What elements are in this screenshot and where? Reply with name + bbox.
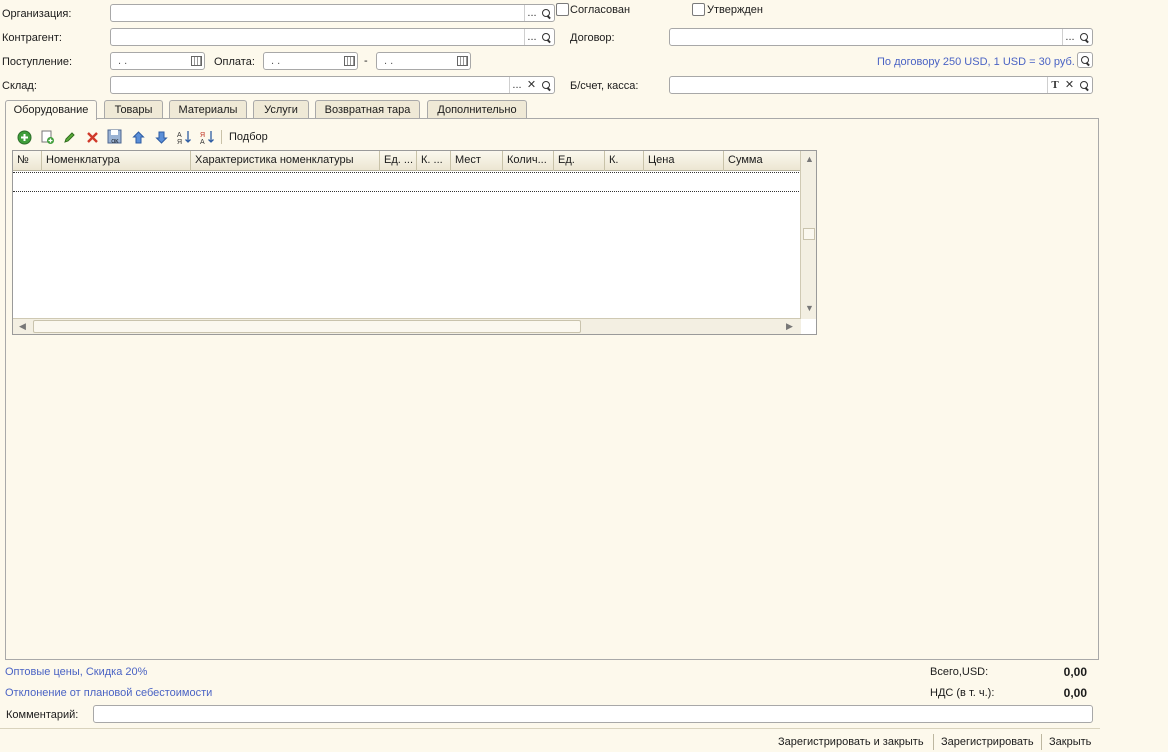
search-icon[interactable] [539,77,554,93]
receipt-label: Поступление: [2,56,73,68]
counterparty-field[interactable]: ... [110,28,555,46]
comment-label: Комментарий: [6,709,79,721]
comment-field[interactable] [93,705,1093,723]
column-unit[interactable]: Ед. ... [380,151,417,171]
search-icon[interactable] [1077,29,1092,45]
move-down-icon[interactable] [153,129,169,145]
warehouse-label: Склад: [2,80,37,92]
move-up-icon[interactable] [130,129,146,145]
tab-returnable-packaging[interactable]: Возвратная тара [315,100,420,119]
calendar-icon[interactable] [189,53,204,69]
end-edit-icon[interactable]: OK [107,129,123,145]
column-characteristic[interactable]: Характеристика номенклатуры [191,151,380,171]
tab-additional[interactable]: Дополнительно [427,100,527,119]
tab-goods[interactable]: Товары [104,100,163,119]
register-button[interactable]: Зарегистрировать [941,736,1034,748]
receipt-date-value: . . [118,55,128,67]
sort-ascending-icon[interactable]: AЯ [176,129,192,145]
select-warehouse-button[interactable]: ... [509,77,524,93]
edit-icon[interactable] [61,129,77,145]
selection-button[interactable]: Подбор [229,131,268,143]
clear-icon[interactable]: ✕ [524,77,539,93]
svg-text:Я: Я [177,139,182,145]
scroll-left-icon[interactable]: ◀ [19,321,26,332]
close-button[interactable]: Закрыть [1049,736,1091,748]
scroll-right-icon[interactable]: ▶ [786,321,793,332]
column-unit-2[interactable]: Ед. [554,151,605,171]
column-coefficient[interactable]: К. ... [417,151,451,171]
table-row[interactable] [13,172,801,192]
equipment-table[interactable]: № Номенклатура Характеристика номенклату… [12,150,817,335]
tab-materials[interactable]: Материалы [169,100,247,119]
contract-field[interactable]: ... [669,28,1093,46]
search-icon[interactable] [539,5,554,21]
vat-value: 0,00 [1063,686,1087,700]
select-counterparty-button[interactable]: ... [524,29,539,45]
contract-info-link[interactable]: По договору 250 USD, 1 USD = 30 руб. [877,56,1075,68]
cost-deviation-link[interactable]: Отклонение от плановой себестоимости [5,687,212,699]
counterparty-label: Контрагент: [2,32,62,44]
scroll-thumb[interactable] [803,228,815,240]
column-coefficient-2[interactable]: К. [605,151,644,171]
calendar-icon[interactable] [342,53,357,69]
account-field[interactable]: T ✕ [669,76,1093,94]
column-sum[interactable]: Сумма [724,151,801,171]
approved-label: Утвержден [707,4,763,16]
type-icon[interactable]: T [1047,77,1062,93]
command-bar-divider [0,728,1100,729]
table-header: № Номенклатура Характеристика номенклату… [13,151,801,171]
warehouse-field[interactable]: ... ✕ [110,76,555,94]
agreed-label: Согласован [570,4,631,16]
payment-from-value: . . [271,55,281,67]
tab-equipment[interactable]: Оборудование [5,100,97,120]
agreed-checkbox[interactable] [556,3,569,16]
total-value: 0,00 [1063,665,1087,679]
search-icon[interactable] [1077,52,1093,68]
search-icon[interactable] [539,29,554,45]
account-label: Б/счет, касса: [570,80,639,92]
payment-to-value: . . [384,55,394,67]
calendar-icon[interactable] [455,53,470,69]
vertical-scrollbar[interactable]: ▲ ▼ [800,151,816,319]
total-label: Всего,USD: [930,666,989,678]
contract-label: Договор: [570,32,615,44]
delete-icon[interactable] [84,129,100,145]
payment-dash: - [364,55,368,67]
select-organization-button[interactable]: ... [524,5,539,21]
payment-from-field[interactable]: . . [263,52,358,70]
column-nomenclature[interactable]: Номенклатура [42,151,191,171]
column-price[interactable]: Цена [644,151,724,171]
register-and-close-button[interactable]: Зарегистрировать и закрыть [778,736,924,748]
approved-checkbox[interactable] [692,3,705,16]
copy-icon[interactable] [39,129,55,145]
column-number[interactable]: № [13,151,42,171]
clear-icon[interactable]: ✕ [1062,77,1077,93]
sort-descending-icon[interactable]: ЯA [199,129,215,145]
horizontal-scrollbar[interactable]: ◀ ▶ [13,318,801,334]
prices-discount-link[interactable]: Оптовые цены, Скидка 20% [5,666,147,678]
search-icon[interactable] [1077,77,1092,93]
command-separator [933,734,934,750]
payment-label: Оплата: [214,56,255,68]
payment-to-field[interactable]: . . [376,52,471,70]
column-places[interactable]: Мест [451,151,503,171]
add-icon[interactable] [16,129,32,145]
select-contract-button[interactable]: ... [1062,29,1077,45]
svg-text:A: A [177,132,182,139]
svg-text:Я: Я [200,132,205,139]
organization-field[interactable]: ... [110,4,555,22]
toolbar-separator [221,130,222,144]
column-quantity[interactable]: Колич... [503,151,554,171]
svg-text:A: A [200,139,205,145]
command-separator [1041,734,1042,750]
receipt-date-field[interactable]: . . [110,52,205,70]
organization-label: Организация: [2,8,72,20]
tab-services[interactable]: Услуги [253,100,309,119]
svg-text:OK: OK [111,139,119,145]
vat-label: НДС (в т. ч.): [930,687,995,699]
scroll-down-icon[interactable]: ▼ [805,303,814,313]
scroll-thumb[interactable] [33,320,581,333]
scroll-up-icon[interactable]: ▲ [805,154,814,164]
